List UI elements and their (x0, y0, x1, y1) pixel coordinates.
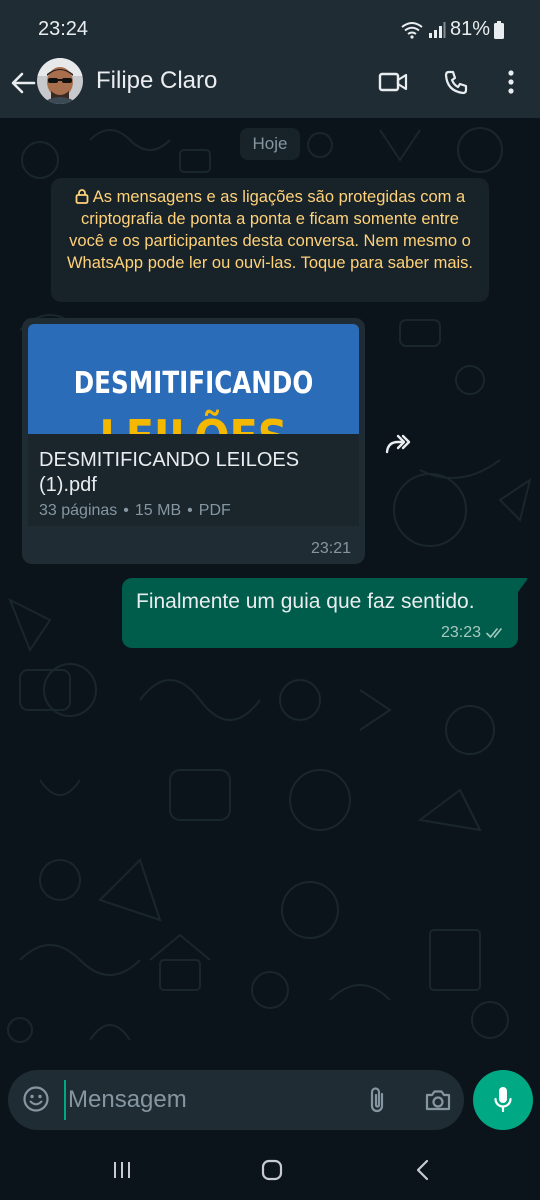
message-composer (8, 1070, 464, 1130)
avatar[interactable] (37, 58, 83, 104)
paperclip-icon (370, 1087, 384, 1113)
document-type: PDF (198, 502, 231, 519)
microphone-icon (494, 1087, 512, 1113)
nav-back-icon (416, 1159, 429, 1181)
incoming-document-message[interactable]: DESMITIFICANDO LEILÕES DESMITIFICANDO LE… (22, 318, 365, 564)
signal-icon (428, 21, 446, 38)
voice-call-button[interactable] (440, 66, 472, 98)
document-size: 15 MB (134, 502, 182, 519)
chat-screen: 23:24 81% Filipe Claro Hoje As mensagens… (0, 0, 540, 1200)
document-pages: 33 páginas (39, 502, 118, 519)
forward-button[interactable] (380, 425, 416, 461)
meta-separator: • (187, 502, 193, 519)
video-call-button[interactable] (377, 66, 409, 98)
recent-apps-icon (114, 1162, 130, 1178)
document-info[interactable]: DESMITIFICANDO LEILOES (1).pdf 33 página… (28, 434, 359, 526)
status-time: 23:24 (38, 18, 89, 40)
contact-name[interactable]: Filipe Claro (96, 67, 217, 95)
outgoing-text-message[interactable]: Finalmente um guia que faz sentido. 23:2… (122, 578, 518, 648)
message-meta: 23:23 (441, 624, 506, 642)
status-indicators: 81% (400, 18, 504, 41)
lock-icon (75, 189, 89, 204)
emoji-button[interactable] (20, 1083, 52, 1115)
nav-back-button[interactable] (408, 1155, 438, 1185)
document-thumbnail-subtitle: LEILÕES (45, 410, 343, 434)
attach-button[interactable] (362, 1084, 392, 1116)
forward-icon (385, 434, 411, 454)
document-thumbnail-title: DESMITIFICANDO (73, 366, 314, 401)
message-time: 23:21 (310, 540, 351, 557)
emoji-icon (23, 1086, 49, 1112)
voice-message-button[interactable] (473, 1070, 533, 1130)
meta-separator: • (123, 502, 129, 519)
document-thumbnail[interactable]: DESMITIFICANDO LEILÕES (28, 324, 359, 434)
document-meta: 33 páginas • 15 MB • PDF (39, 502, 231, 520)
system-nav-bar (0, 1140, 540, 1200)
message-time: 23:23 (440, 624, 481, 641)
battery-icon (494, 20, 504, 39)
voice-call-icon (444, 70, 468, 95)
home-button[interactable] (257, 1155, 287, 1185)
date-chip: Hoje (240, 128, 300, 160)
more-options-icon (508, 70, 514, 94)
wifi-icon (401, 21, 423, 39)
message-text: Finalmente um guia que faz sentido. (136, 590, 475, 613)
back-arrow-icon (11, 72, 36, 94)
camera-icon (425, 1090, 451, 1111)
encryption-notice[interactable]: As mensagens e as ligações são protegida… (51, 178, 489, 302)
back-button[interactable] (8, 68, 38, 98)
recent-apps-button[interactable] (107, 1155, 137, 1185)
battery-percent: 81% (449, 18, 490, 40)
status-bar: 23:24 81% (0, 0, 540, 56)
chat-header: Filipe Claro (0, 56, 540, 118)
document-file-name: DESMITIFICANDO LEILOES (1).pdf (39, 449, 300, 496)
message-input[interactable] (64, 1080, 348, 1120)
encryption-notice-text: As mensagens e as ligações são protegida… (66, 188, 473, 272)
home-icon (261, 1159, 283, 1181)
read-receipt-icon (486, 628, 502, 638)
video-call-icon (378, 72, 408, 92)
more-options-button[interactable] (495, 66, 527, 98)
camera-button[interactable] (422, 1084, 454, 1116)
